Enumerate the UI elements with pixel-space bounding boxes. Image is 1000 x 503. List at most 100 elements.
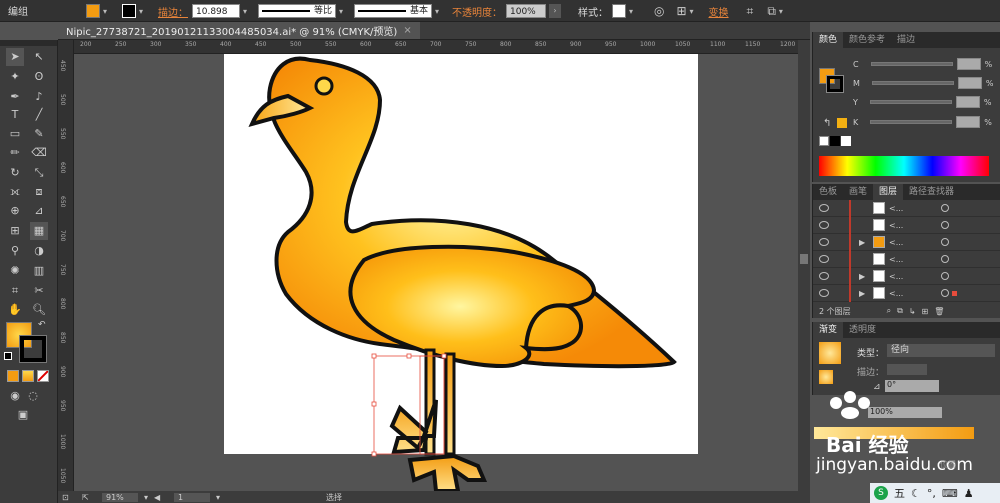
person-icon[interactable]: ♟ [964, 487, 974, 500]
profile-dropdown-icon[interactable]: ▾ [339, 7, 347, 16]
new-sublayer-icon[interactable]: ↳ [909, 307, 916, 316]
layer-row[interactable]: ▶ <... [813, 233, 1000, 251]
layer-name[interactable]: <... [889, 255, 937, 264]
arrange-dropdown-icon[interactable]: ▾ [779, 7, 787, 16]
layer-name[interactable]: <... [889, 238, 937, 247]
arrange-icon[interactable]: ⧉ [767, 4, 776, 19]
recolor-icon[interactable]: ◎ [654, 4, 664, 18]
direct-selection-tool-icon[interactable]: ↖ [30, 48, 48, 66]
channel-value[interactable] [956, 116, 981, 128]
layer-row[interactable]: <... [813, 199, 1000, 217]
tab-pathfinder[interactable]: 路径查找器 [903, 184, 960, 200]
opacity-field[interactable]: 100% [506, 4, 546, 18]
tab-transparency[interactable]: 透明度 [843, 322, 882, 338]
channel-value[interactable] [955, 96, 980, 108]
zoom-tool-icon[interactable]: 🔍︎ [30, 301, 48, 319]
brush-dropdown-icon[interactable]: ▾ [435, 7, 443, 16]
tools-panel-grip[interactable] [0, 40, 57, 46]
screen-mode-icon[interactable]: ▣ [14, 406, 32, 424]
fill-swatch[interactable] [86, 4, 100, 18]
style-dropdown-icon[interactable]: ▾ [629, 7, 637, 16]
channel-slider[interactable] [870, 62, 953, 66]
zoom-dropdown-icon[interactable]: ▾ [144, 493, 148, 502]
paintbrush-tool-icon[interactable]: ✎ [30, 125, 48, 143]
selected-art-indicator[interactable] [952, 290, 957, 296]
stroke-weight-field[interactable]: 10.898 [192, 4, 240, 18]
layer-name[interactable]: <... [889, 272, 937, 281]
target-circle-icon[interactable] [941, 221, 949, 229]
rotate-tool-icon[interactable]: ↻ [6, 164, 24, 182]
tab-stroke[interactable]: 描边 [891, 32, 921, 48]
fill-dropdown-icon[interactable]: ▾ [103, 7, 111, 16]
close-tab-icon[interactable]: × [403, 25, 411, 36]
target-circle-icon[interactable] [941, 255, 949, 263]
default-colors-icon[interactable] [4, 352, 12, 360]
rectangle-tool-icon[interactable]: ▭ [6, 125, 24, 143]
width-tool-icon[interactable]: ⟗ [6, 183, 24, 201]
layer-row[interactable]: <... [813, 216, 1000, 234]
channel-slider[interactable] [871, 81, 954, 85]
stroke-swatch[interactable] [122, 4, 136, 18]
hand-tool-icon[interactable]: ✋ [6, 301, 24, 319]
canvas-area[interactable] [74, 54, 798, 491]
visibility-eye-icon[interactable] [819, 272, 829, 280]
draw-behind-icon[interactable]: ◌ [24, 387, 42, 405]
ime-mode[interactable]: 五 [894, 485, 905, 501]
visibility-eye-icon[interactable] [819, 289, 829, 297]
layer-name[interactable]: <... [889, 221, 937, 230]
gradient-stroke-options[interactable] [887, 364, 927, 375]
first-artboard-icon[interactable]: ◀ [154, 493, 168, 502]
free-transform-tool-icon[interactable]: ⧈ [30, 183, 48, 201]
scale-tool-icon[interactable]: ⤡ [30, 164, 48, 182]
page-field[interactable]: 1 [174, 492, 211, 502]
transform-link[interactable]: 变换 [709, 4, 729, 19]
visibility-eye-icon[interactable] [819, 238, 829, 246]
duck-illustration[interactable] [74, 54, 798, 491]
lasso-tool-icon[interactable]: ʘ [30, 68, 48, 86]
target-circle-icon[interactable] [941, 238, 949, 246]
gradient-type-select[interactable]: 径向 [887, 344, 995, 357]
zoom-field[interactable]: 91% [102, 492, 138, 502]
draw-normal-icon[interactable]: ◉ [6, 387, 24, 405]
channel-value[interactable] [956, 58, 981, 70]
vertical-scrollbar[interactable] [798, 40, 810, 491]
visibility-eye-icon[interactable] [819, 255, 829, 263]
new-layer-icon[interactable]: ⊞ [922, 307, 929, 316]
target-circle-icon[interactable] [941, 272, 949, 280]
gamut-swatch[interactable] [837, 118, 847, 128]
gradient-preview[interactable] [819, 342, 841, 364]
tab-color-guide[interactable]: 颜色参考 [843, 32, 891, 48]
perspective-grid-tool-icon[interactable]: ⊿ [30, 202, 48, 220]
punctuation-icon[interactable]: °, [927, 487, 936, 500]
mesh-tool-icon[interactable]: ⊞ [6, 222, 24, 240]
style-swatch[interactable] [612, 4, 626, 18]
type-tool-icon[interactable]: T [6, 106, 24, 124]
layer-name[interactable]: <... [889, 204, 937, 213]
channel-slider[interactable] [870, 120, 953, 124]
gradient-scale-field[interactable]: 100% [868, 407, 942, 418]
share-icon[interactable]: ⇱ [82, 493, 96, 502]
eyedropper-tool-icon[interactable]: ⚲ [6, 242, 24, 260]
opacity-arrow-icon[interactable]: › [549, 4, 561, 18]
eraser-tool-icon[interactable]: ⌫ [30, 144, 48, 162]
gradient-tool-icon[interactable]: ▦ [30, 222, 48, 240]
symbol-sprayer-tool-icon[interactable]: ✺ [6, 262, 24, 280]
color-panel-stroke[interactable] [826, 75, 844, 93]
none-swatch[interactable] [819, 136, 829, 146]
pen-tool-icon[interactable]: ✒ [6, 88, 24, 106]
shape-builder-tool-icon[interactable]: ⊕ [6, 202, 24, 220]
magic-wand-tool-icon[interactable]: ✦ [6, 68, 24, 86]
tab-color[interactable]: 颜色 [813, 32, 844, 48]
visibility-eye-icon[interactable] [819, 204, 829, 212]
line-tool-icon[interactable]: ╱ [30, 106, 48, 124]
color-spectrum[interactable] [819, 156, 989, 176]
selection-tool-icon[interactable]: ➤ [6, 48, 24, 66]
opacity-label[interactable]: 不透明度： [452, 4, 502, 19]
brush-definition[interactable]: 基本 [354, 4, 432, 18]
target-circle-icon[interactable] [941, 204, 949, 212]
document-tab[interactable]: Nipic_27738721_20190121133004485034.ai* … [58, 22, 420, 39]
curvature-tool-icon[interactable]: ♪ [30, 88, 48, 106]
expand-arrow-icon[interactable]: ▶ [859, 238, 871, 247]
locate-object-icon[interactable]: ⌕ [887, 306, 891, 316]
clipping-mask-icon[interactable]: ⧉ [897, 306, 903, 316]
